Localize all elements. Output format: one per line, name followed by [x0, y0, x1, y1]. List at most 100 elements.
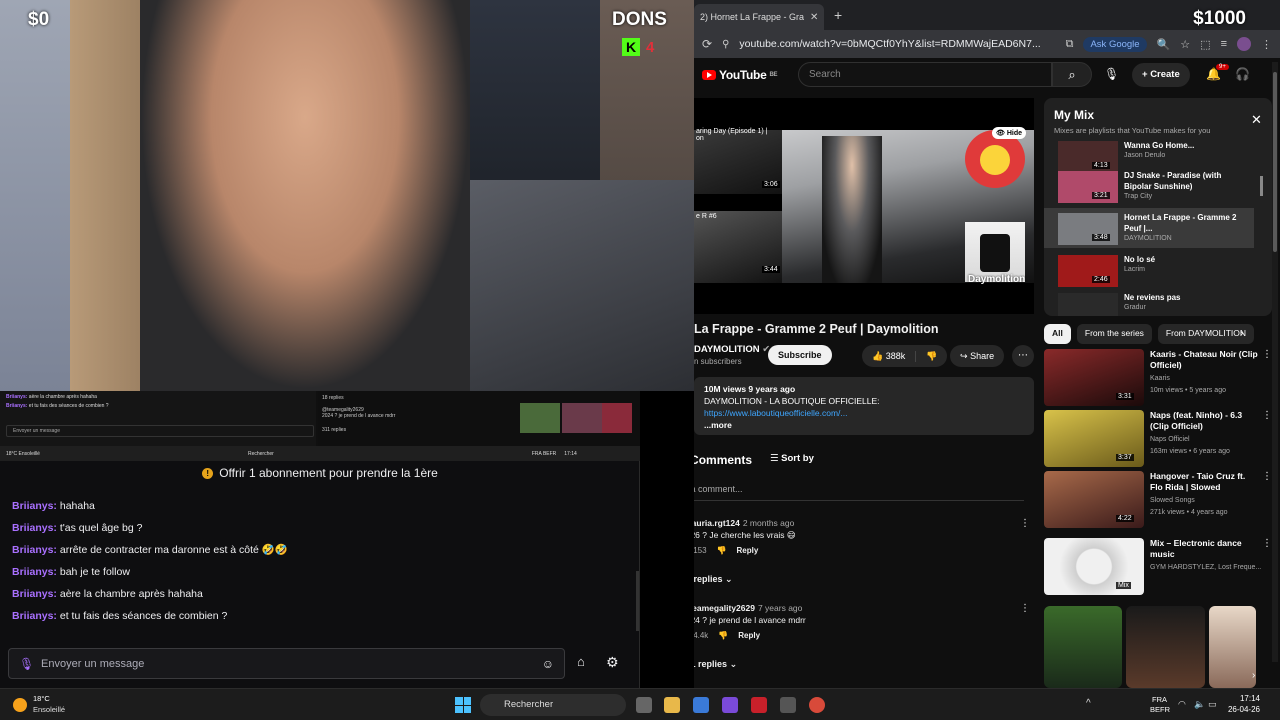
- recommended-video[interactable]: 3:37 Naps (feat. Ninho) - 6.3 (Clip Offi…: [1044, 410, 1272, 470]
- mix-scrollbar[interactable]: [1260, 176, 1263, 196]
- app-icon[interactable]: [722, 697, 738, 713]
- kebab-icon[interactable]: ⋮: [1262, 410, 1272, 421]
- search-input[interactable]: Search: [798, 62, 1052, 87]
- dislike-button[interactable]: 👎: [718, 631, 728, 640]
- search-icon[interactable]: ⌕: [1052, 62, 1092, 87]
- scrollbar-thumb[interactable]: [1273, 72, 1277, 252]
- mix-item[interactable]: Ne reviens pas Gradur: [1044, 288, 1254, 316]
- end-card-merch[interactable]: [965, 222, 1025, 282]
- description-more[interactable]: ...more: [704, 419, 1024, 431]
- chat-username[interactable]: Briianys:: [12, 522, 57, 534]
- video-player[interactable]: 👁 Hide Daymolition aring Day (Episode 1)…: [694, 98, 1034, 314]
- recommended-mix[interactable]: Mix Mix – Electronic dance music GYM HAR…: [1044, 538, 1272, 598]
- channel-name[interactable]: DAYMOLITION ✔: [694, 344, 770, 355]
- keyboard-layout[interactable]: BEFR: [1150, 705, 1170, 714]
- chat-input[interactable]: 🎙 Envoyer un message ☺: [8, 648, 565, 679]
- chat-username[interactable]: Briianys:: [12, 610, 57, 622]
- description-box[interactable]: 10M views 9 years ago DAYMOLITION - LA B…: [694, 377, 1034, 435]
- clock-date[interactable]: 26-04-26: [1216, 705, 1260, 714]
- mix-item[interactable]: 2:46 No lo sé Lacrim: [1044, 250, 1254, 290]
- site-info-icon[interactable]: ⚲: [722, 39, 729, 50]
- dislike-button[interactable]: 👎: [717, 546, 727, 555]
- gear-icon[interactable]: ⚙: [606, 654, 619, 671]
- replies-toggle[interactable]: 18 replies ⌄: [694, 574, 733, 585]
- hide-button[interactable]: 👁 Hide: [992, 127, 1027, 139]
- menu-icon[interactable]: ≡: [1221, 38, 1227, 50]
- dislike-button[interactable]: 👎: [915, 350, 947, 362]
- page-scrollbar[interactable]: [1272, 62, 1278, 662]
- chat-username[interactable]: Briianys:: [12, 588, 57, 600]
- replies-toggle[interactable]: 311 replies ⌄: [694, 659, 737, 670]
- sort-button[interactable]: ☰ Sort by: [770, 453, 814, 464]
- comment-author[interactable]: @lauria.rgt1242 months ago: [694, 518, 794, 528]
- chip-all[interactable]: All: [1044, 324, 1071, 344]
- bookmark-star-icon[interactable]: ☆: [1180, 38, 1190, 51]
- reply-button[interactable]: Reply: [738, 631, 760, 640]
- chat-username[interactable]: Briianys:: [12, 500, 57, 512]
- new-tab-icon[interactable]: +: [834, 7, 842, 23]
- reload-icon[interactable]: ⟳: [702, 37, 712, 51]
- youtube-logo[interactable]: YouTube BE: [702, 68, 777, 82]
- weather-temp[interactable]: 18°C: [33, 694, 50, 703]
- create-button[interactable]: + Create: [1132, 63, 1190, 87]
- emote-icon[interactable]: ☺: [542, 657, 554, 671]
- store-icon[interactable]: ⌂: [577, 654, 585, 669]
- chevron-right-icon[interactable]: ›: [1240, 328, 1243, 339]
- reply-button[interactable]: Reply: [737, 546, 759, 555]
- zoom-icon[interactable]: 🔍: [1157, 38, 1171, 51]
- add-comment-input[interactable]: Add a comment...: [694, 484, 1024, 501]
- ask-google-button[interactable]: Ask Google: [1083, 36, 1147, 52]
- chat-username[interactable]: Briianys:: [12, 544, 57, 556]
- subscribe-button[interactable]: Subscribe: [768, 345, 832, 365]
- like-button[interactable]: 👍 388k: [862, 351, 915, 362]
- mic-icon[interactable]: 🎙: [1104, 67, 1119, 81]
- url-field[interactable]: youtube.com/watch?v=0bMQCtf0YhY&list=RDM…: [739, 38, 1055, 50]
- kebab-icon[interactable]: ⋮: [1020, 518, 1030, 529]
- chevron-up-icon[interactable]: ^: [1086, 698, 1091, 709]
- description-link[interactable]: https://www.laboutiqueofficielle.com/...: [704, 407, 1024, 419]
- avatar[interactable]: [1237, 37, 1251, 51]
- chat-scrollbar[interactable]: [636, 571, 639, 631]
- windows-start-icon[interactable]: [455, 697, 471, 713]
- headphones-icon[interactable]: 🎧: [1235, 67, 1250, 81]
- task-view-icon[interactable]: [636, 697, 652, 713]
- app-icon[interactable]: [751, 697, 767, 713]
- recommended-video[interactable]: 3:31 Kaaris - Chateau Noir (Clip Officie…: [1044, 349, 1272, 409]
- gift-sub-banner[interactable]: ! Offrir 1 abonnement pour prendre la 1è…: [0, 461, 640, 485]
- more-actions-icon[interactable]: ⋯: [1012, 345, 1034, 367]
- volume-icon[interactable]: 🔈: [1194, 699, 1205, 710]
- short-thumbnail[interactable]: [1126, 606, 1205, 688]
- kebab-icon[interactable]: ⋮: [1262, 471, 1272, 482]
- chat-username[interactable]: Briianys:: [12, 566, 57, 578]
- app-icon[interactable]: [780, 697, 796, 713]
- tab-youtube[interactable]: 2) Hornet La Frappe - Gra ✕: [694, 4, 824, 30]
- like-button[interactable]: 👍 153: [694, 546, 707, 555]
- share-button[interactable]: ↪ Share: [950, 345, 1005, 367]
- kebab-icon[interactable]: ⋮: [1262, 538, 1272, 549]
- weather-desc[interactable]: Ensoleillé: [33, 705, 65, 714]
- mix-item[interactable]: 3:21 DJ Snake - Paradise (with Bipolar S…: [1044, 166, 1254, 206]
- short-thumbnail[interactable]: [1208, 606, 1257, 688]
- close-icon[interactable]: ✕: [1251, 112, 1262, 128]
- language-code[interactable]: FRA: [1152, 695, 1167, 704]
- recommended-video[interactable]: 4:22 Hangover - Taio Cruz ft. Flo Rida |…: [1044, 471, 1272, 531]
- install-icon[interactable]: ⧉: [1066, 38, 1074, 51]
- taskbar-search[interactable]: Rechercher: [480, 694, 626, 716]
- chevron-right-icon[interactable]: ›: [1252, 670, 1255, 681]
- mix-item-current[interactable]: 3:48 Hornet La Frappe - Gramme 2 Peuf |.…: [1044, 208, 1254, 248]
- short-thumbnail[interactable]: [1044, 606, 1123, 688]
- chip-from-series[interactable]: From the series: [1076, 324, 1152, 344]
- like-button[interactable]: 👍 4.4k: [694, 631, 708, 640]
- clock-time[interactable]: 17:14: [1220, 694, 1260, 703]
- mic-icon[interactable]: 🎙: [19, 657, 34, 671]
- chrome-icon[interactable]: [809, 697, 825, 713]
- store-app-icon[interactable]: [693, 697, 709, 713]
- extensions-icon[interactable]: ⬚: [1200, 38, 1210, 51]
- wifi-icon[interactable]: ◠: [1178, 699, 1186, 710]
- kebab-icon[interactable]: ⋮: [1262, 349, 1272, 360]
- chat-input-placeholder[interactable]: Envoyer un message: [41, 658, 530, 670]
- file-explorer-icon[interactable]: [664, 697, 680, 713]
- kebab-icon[interactable]: ⋮: [1261, 38, 1272, 51]
- sun-icon[interactable]: [13, 698, 27, 712]
- comment-author[interactable]: @teamegality26297 years ago: [694, 603, 802, 613]
